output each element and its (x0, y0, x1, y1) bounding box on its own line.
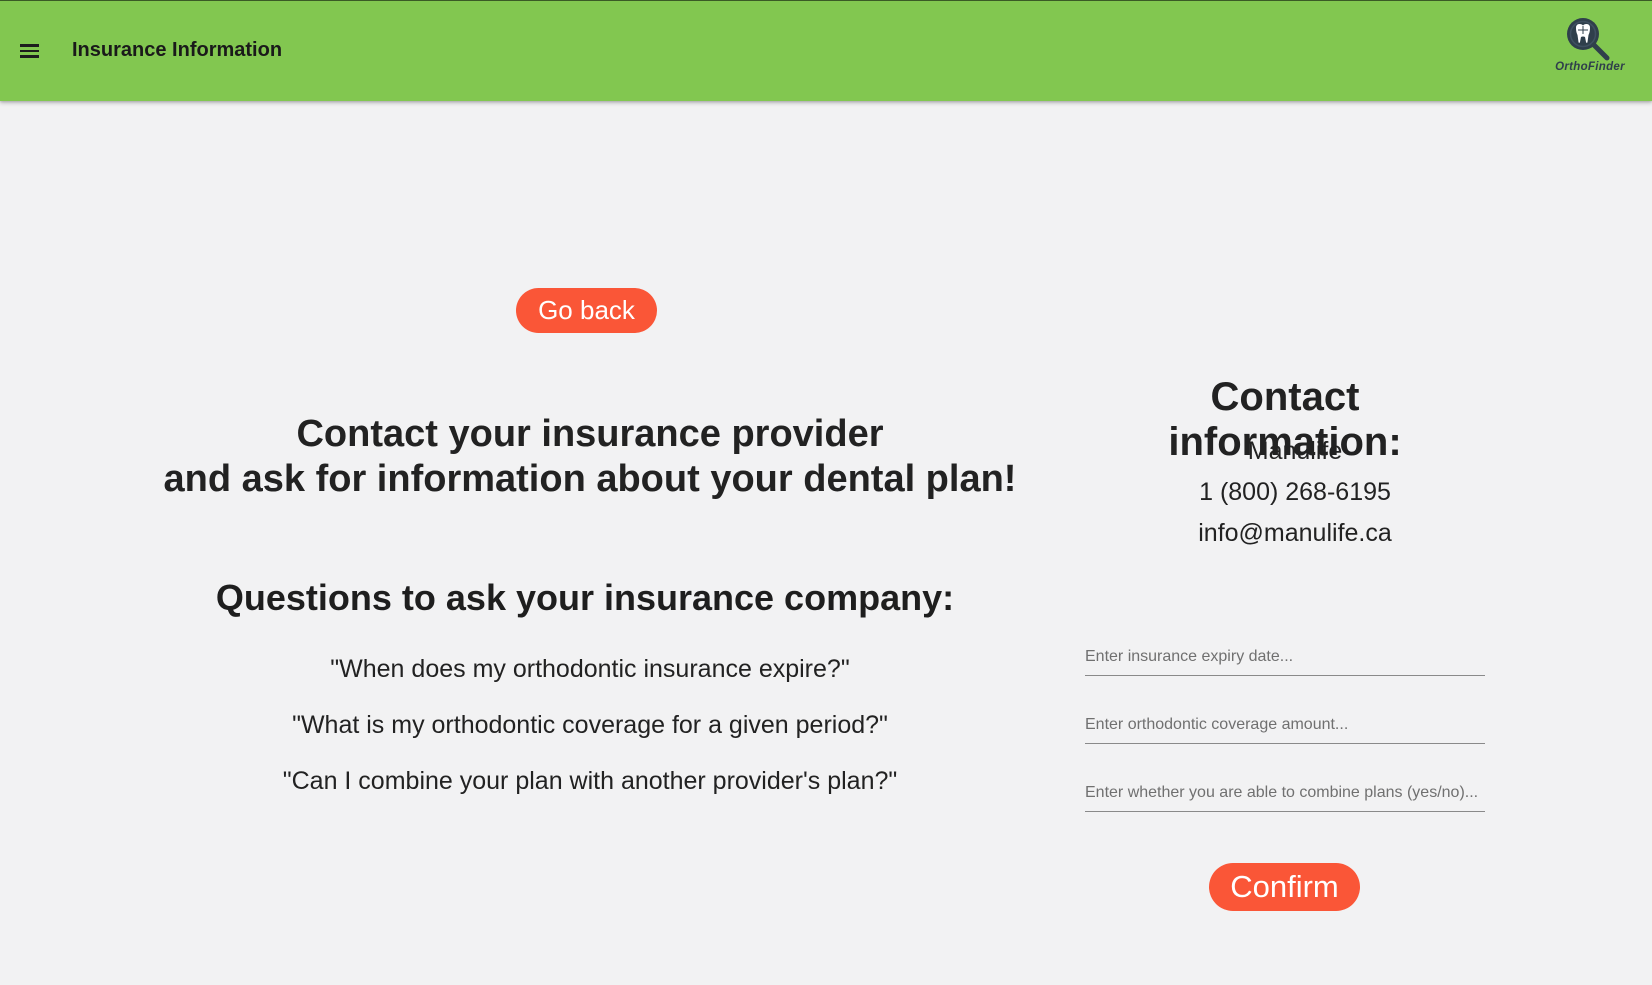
contact-phone: 1 (800) 268-6195 (1199, 478, 1391, 506)
orthofinder-logo: OrthoFinder (1540, 11, 1640, 81)
hamburger-menu-icon[interactable] (14, 37, 44, 65)
contact-company: Manulife (1247, 437, 1343, 465)
question-item: "When does my orthodontic insurance expi… (330, 655, 850, 683)
headline-line-1: Contact your insurance provider (296, 413, 884, 455)
question-item: "What is my orthodontic coverage for a g… (292, 711, 888, 739)
logo-wordmark: OrthoFinder (1555, 61, 1625, 73)
contact-email: info@manulife.ca (1198, 519, 1392, 547)
question-item: "Can I combine your plan with another pr… (282, 767, 898, 795)
headline-line-2: and ask for information about your denta… (163, 458, 1017, 500)
page-title: Insurance Information (72, 39, 283, 61)
combine-plans-input[interactable] (1085, 774, 1485, 812)
coverage-amount-input[interactable] (1085, 706, 1485, 744)
expiry-date-input[interactable] (1085, 638, 1485, 676)
confirm-button[interactable]: Confirm (1209, 863, 1360, 911)
questions-heading: Questions to ask your insurance company: (215, 577, 955, 618)
go-back-button[interactable]: Go back (516, 288, 657, 333)
headline: Contact your insurance provider and ask … (150, 412, 1030, 502)
magnifier-tooth-icon (1567, 18, 1610, 61)
app-bar: Insurance Information OrthoFinder (0, 0, 1652, 101)
